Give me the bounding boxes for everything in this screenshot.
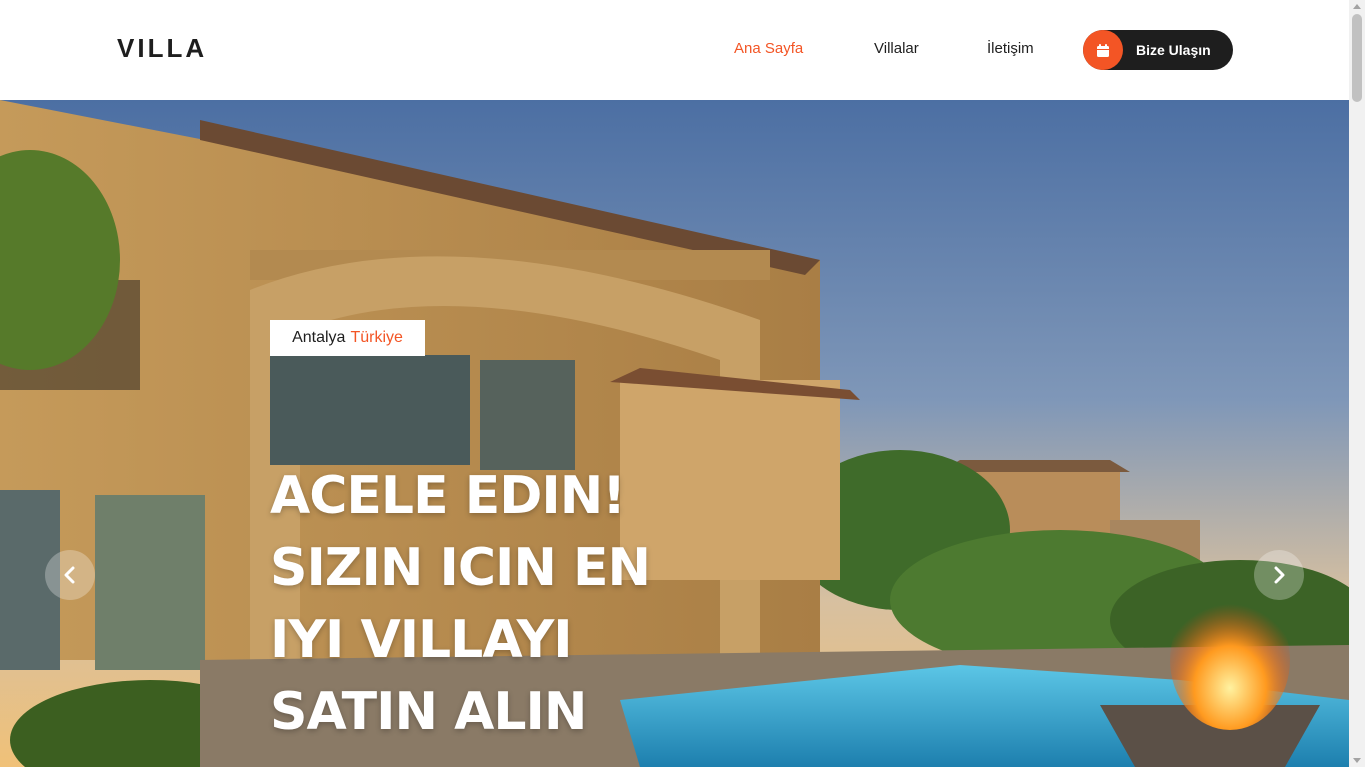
slider-next-button[interactable] [1254,550,1304,600]
location-city: Antalya [292,329,346,346]
contact-us-label: Bize Ulaşın [1136,42,1211,58]
hero-slider: Antalya Türkiye ACELE EDIN! SIZIN ICIN E… [0,100,1349,767]
scrollbar-thumb[interactable] [1352,14,1362,102]
nav-link-contact[interactable]: İletişim [987,40,1034,57]
hero-title-line-4: SATIN ALIN [270,682,587,742]
slider-prev-button[interactable] [45,550,95,600]
location-badge: Antalya Türkiye [270,320,425,356]
page-scrollbar[interactable] [1349,0,1365,767]
chevron-right-icon [1274,566,1285,584]
location-country: Türkiye [350,329,403,346]
site-header: VILLA Ana Sayfa Villalar İletişim Bize U… [0,0,1349,100]
scroll-up-arrow[interactable] [1353,4,1361,9]
contact-us-button[interactable]: Bize Ulaşın [1083,30,1233,70]
scroll-down-arrow[interactable] [1353,758,1361,763]
calendar-icon [1083,30,1123,70]
page: VILLA Ana Sayfa Villalar İletişim Bize U… [0,0,1349,767]
nav-link-villas[interactable]: Villalar [874,40,919,57]
nav-link-home[interactable]: Ana Sayfa [734,40,803,57]
chevron-left-icon [64,566,75,584]
hero-title-line-2: SIZIN ICIN EN [270,538,651,598]
hero-title: ACELE EDIN! SIZIN ICIN EN IYI VILLAYI SA… [270,460,710,748]
hero-title-line-3: IYI VILLAYI [270,610,573,670]
hero-title-line-1: ACELE EDIN! [270,466,626,526]
site-logo[interactable]: VILLA [117,33,207,64]
